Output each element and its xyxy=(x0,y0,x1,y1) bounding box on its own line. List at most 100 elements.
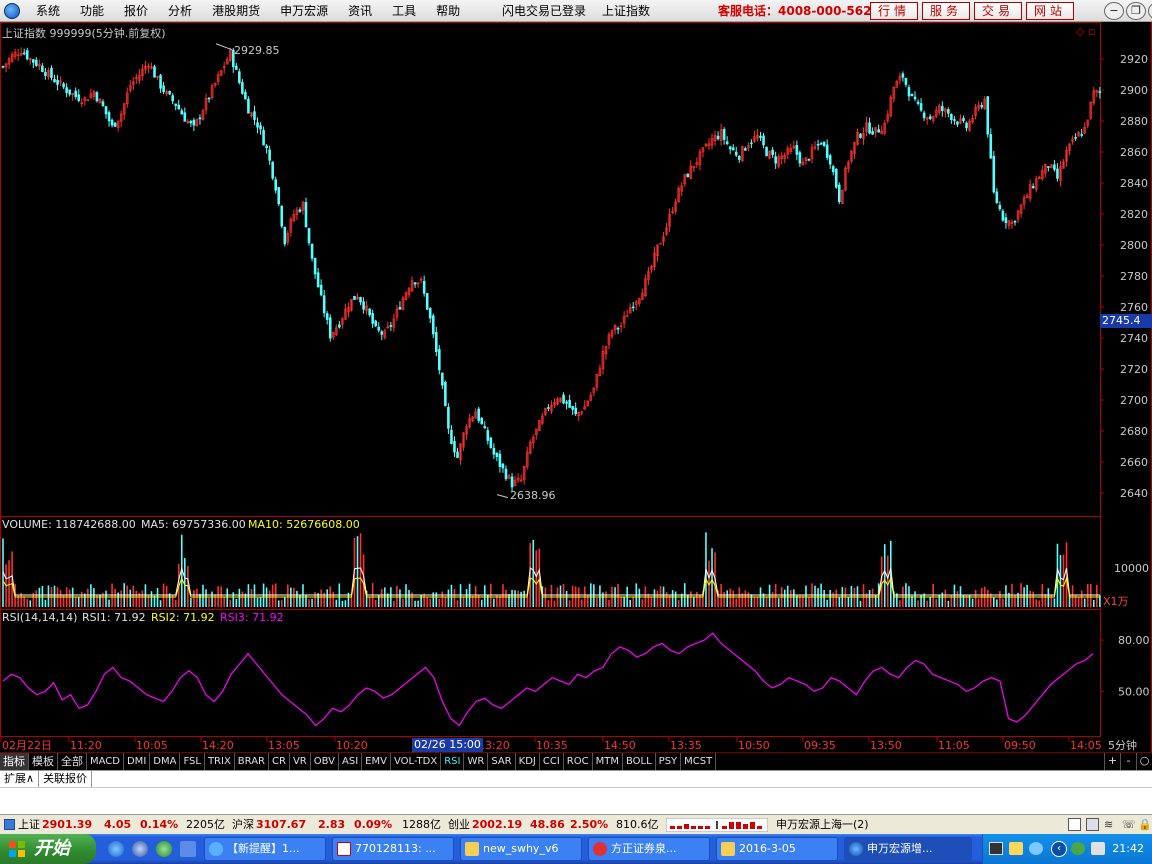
chart-settings-icon[interactable]: ◇ xyxy=(1076,25,1084,38)
taskbar-item-date-folder[interactable]: 2016-3-05 xyxy=(716,837,838,861)
candle-body xyxy=(253,111,256,120)
taskbar-item-folder[interactable]: new_swhy_v6 xyxy=(460,837,582,861)
tab-boll[interactable]: BOLL xyxy=(623,753,656,770)
add-pane-button[interactable]: + xyxy=(1104,753,1120,770)
tab-indicator[interactable]: 指标 xyxy=(0,753,29,770)
tab-kdj[interactable]: KDJ xyxy=(516,753,540,770)
chart-maximize-icon[interactable]: ▫ xyxy=(1088,25,1095,38)
tab-emv[interactable]: EMV xyxy=(362,753,391,770)
start-label: 开始 xyxy=(34,838,70,859)
tab-wr[interactable]: WR xyxy=(464,753,489,770)
candle-body xyxy=(904,78,908,85)
x-tick-label: 11:05 xyxy=(938,739,970,752)
website-button[interactable]: 网站 xyxy=(1026,2,1074,20)
price-tick-label: 2780 xyxy=(1120,270,1148,283)
candle-body xyxy=(441,372,444,386)
signal-icon[interactable]: ≋ xyxy=(1104,815,1113,834)
tab-brar[interactable]: BRAR xyxy=(235,753,269,770)
minimize-icon[interactable]: − xyxy=(1104,2,1124,20)
candle-body xyxy=(574,407,577,415)
remove-pane-button[interactable]: - xyxy=(1120,753,1136,770)
quotes-button[interactable]: 行情 xyxy=(870,2,918,20)
info-icon[interactable]: ☏ xyxy=(1122,815,1136,834)
close-icon[interactable]: ✕ xyxy=(1148,2,1152,20)
tab-cr[interactable]: CR xyxy=(269,753,290,770)
server-name[interactable]: 申万宏源上海一(2) xyxy=(776,815,869,834)
tab-fsl[interactable]: FSL xyxy=(180,753,205,770)
ie-icon[interactable] xyxy=(108,841,124,857)
taskbar-item-founder[interactable]: 方正证券泉... xyxy=(588,837,710,861)
ie2-icon[interactable] xyxy=(156,841,172,857)
status-bar: 上证 2901.39 4.05 0.14% 2205亿 沪深 3107.67 2… xyxy=(0,814,1152,834)
tab-macd[interactable]: MACD xyxy=(87,753,124,770)
tab-mtm[interactable]: MTM xyxy=(593,753,623,770)
tab-cci[interactable]: CCI xyxy=(540,753,564,770)
tab-all[interactable]: 全部 xyxy=(58,753,87,770)
tab-roc[interactable]: ROC xyxy=(564,753,593,770)
period-label[interactable]: 5分钟 xyxy=(1108,737,1137,753)
taskbar-item-label: new_swhy_v6 xyxy=(483,842,559,855)
candle-body xyxy=(101,101,105,107)
menu-hk-futures[interactable]: 港股期货 xyxy=(202,0,270,22)
tab-dma[interactable]: DMA xyxy=(150,753,181,770)
service-button[interactable]: 服务 xyxy=(922,2,970,20)
menu-swhy[interactable]: 申万宏源 xyxy=(270,0,338,22)
tab-rsi[interactable]: RSI xyxy=(441,753,465,770)
tab-psy[interactable]: PSY xyxy=(656,753,682,770)
x-tick-label: 10:35 xyxy=(536,739,568,752)
tab-obv[interactable]: OBV xyxy=(311,753,339,770)
grid-icon[interactable] xyxy=(1086,818,1099,831)
chart-area[interactable]: 2640 2660 2680 2700 2720 2740 2760 2780 2800 2820… xyxy=(0,22,1152,752)
candle-body xyxy=(722,129,726,140)
browser-icon[interactable] xyxy=(132,841,148,857)
monitor-icon[interactable] xyxy=(989,842,1003,855)
candle-body xyxy=(398,306,402,310)
price-tick-label: 2640 xyxy=(1120,487,1148,500)
menu-info[interactable]: 资讯 xyxy=(338,0,382,22)
tab-vr[interactable]: VR xyxy=(290,753,311,770)
app-logo-icon[interactable] xyxy=(4,2,20,19)
menu-quotes[interactable]: 报价 xyxy=(114,0,158,22)
taskbar-item-swhy[interactable]: 申万宏源增... xyxy=(844,837,972,861)
candle-body xyxy=(444,381,447,407)
tray-back-icon[interactable]: ‹ xyxy=(1051,841,1067,857)
taskbar-item-reminder[interactable]: 【新提醒】1... xyxy=(204,837,326,861)
layout-icon[interactable] xyxy=(1068,818,1081,831)
candle-body xyxy=(68,89,71,95)
candle-body xyxy=(737,155,741,160)
candle-body xyxy=(241,82,244,94)
tab-trix[interactable]: TRIX xyxy=(205,753,235,770)
tab-sar[interactable]: SAR xyxy=(488,753,516,770)
expand-button[interactable]: 扩展∧ xyxy=(0,771,40,787)
tab-template[interactable]: 模板 xyxy=(29,753,58,770)
tab-asi[interactable]: ASI xyxy=(339,753,363,770)
menu-tools[interactable]: 工具 xyxy=(382,0,426,22)
taskbar-item-chat[interactable]: 770128113: ... xyxy=(332,837,454,861)
related-quotes-tab[interactable]: 关联报价 xyxy=(39,771,93,787)
candle-body xyxy=(353,295,356,300)
restore-icon[interactable]: ❐ xyxy=(1126,2,1146,20)
candle-body xyxy=(159,75,162,89)
tab-mcst[interactable]: MCST xyxy=(681,753,717,770)
tab-vol-tdx[interactable]: VOL-TDX xyxy=(391,753,442,770)
menu-analysis[interactable]: 分析 xyxy=(158,0,202,22)
security-icon[interactable] xyxy=(1071,842,1085,855)
tab-dmi[interactable]: DMI xyxy=(124,753,151,770)
x-tick-label: 13:05 xyxy=(268,739,300,752)
tray-app-icon[interactable] xyxy=(1009,842,1023,855)
volume-ma5: MA5: 69757336.00 xyxy=(141,518,246,531)
menu-help[interactable]: 帮助 xyxy=(426,0,470,22)
candle-body xyxy=(1004,217,1008,223)
menu-functions[interactable]: 功能 xyxy=(70,0,114,22)
chart-svg[interactable]: 2640 2660 2680 2700 2720 2740 2760 2780 2800 2820… xyxy=(0,22,1152,752)
start-button[interactable]: 开始 xyxy=(0,834,96,864)
lock-icon[interactable]: 🔒 xyxy=(1138,815,1152,834)
candle-body xyxy=(422,280,426,294)
candle-body xyxy=(489,437,493,448)
volume-icon[interactable] xyxy=(1091,842,1105,855)
trade-button[interactable]: 交易 xyxy=(974,2,1022,20)
network-icon[interactable] xyxy=(1029,842,1043,855)
show-desktop-icon[interactable] xyxy=(180,841,196,857)
pane-options-button[interactable]: ○ xyxy=(1136,753,1152,770)
menu-system[interactable]: 系统 xyxy=(26,0,70,22)
